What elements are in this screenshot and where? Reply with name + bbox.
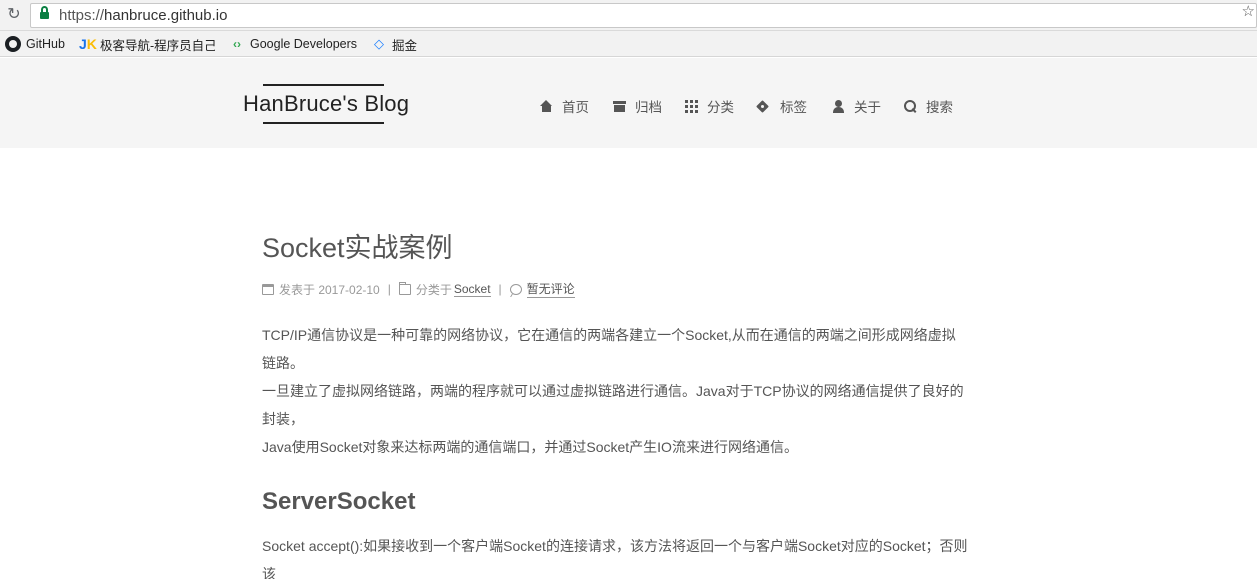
search-icon [904, 99, 917, 113]
bookmark-juejin[interactable]: ◇ 掘金 [371, 35, 417, 53]
meta-divider: | [387, 282, 391, 296]
menu-item-home[interactable]: 首页 [540, 96, 589, 116]
bookmark-google-developers[interactable]: ‹› Google Developers [229, 35, 357, 53]
comments-link[interactable]: 暂无评论 [526, 280, 575, 298]
user-icon [832, 99, 845, 113]
bookmark-github[interactable]: GitHub [5, 35, 65, 53]
post-title[interactable]: Socket实战案例 [262, 226, 453, 265]
post-date: 发表于 2017-02-10 [279, 282, 380, 297]
paragraph-line: Socket accept():如果接收到一个客户端Socket的连接请求，该方… [262, 538, 968, 554]
meta-divider: | [498, 282, 502, 296]
brand-bottom-rule [263, 122, 384, 124]
tags-icon [758, 100, 771, 113]
section-heading: ServerSocket [262, 488, 416, 515]
url-text[interactable]: https://hanbruce.github.io [59, 7, 227, 24]
post-meta: 发表于 2017-02-10 | 分类于 Socket | 暂无评论 [262, 280, 575, 298]
comment-icon [509, 283, 522, 295]
calendar-icon [262, 283, 274, 295]
github-icon [5, 36, 21, 52]
menu-item-tags[interactable]: 标签 [758, 96, 807, 116]
menu-item-about[interactable]: 关于 [832, 96, 881, 116]
folder-icon [398, 282, 411, 295]
jk-icon: JK [79, 36, 97, 52]
google-developers-icon: ‹› [233, 37, 241, 51]
bookmarks-bar: GitHub JK 极客导航-程序员自己 ‹› Google Developer… [0, 31, 1257, 57]
home-icon [540, 99, 553, 113]
site-brand[interactable]: HanBruce's Blog [243, 84, 409, 126]
brand-top-rule [263, 84, 384, 86]
address-bar[interactable]: https://hanbruce.github.io [30, 3, 1257, 28]
reload-icon[interactable]: ↻ [5, 6, 23, 24]
paragraph-line: TCP/IP通信协议是一种可靠的网络协议，它在通信的两端各建立一个Socket,… [262, 327, 956, 343]
browser-toolbar: ↻ https://hanbruce.github.io ☆ [0, 0, 1257, 31]
site-header: HanBruce's Blog 首页 归档 分类 标签 关于 搜索 [0, 58, 1257, 148]
site-title[interactable]: HanBruce's Blog [243, 91, 409, 117]
bookmark-star-icon[interactable]: ☆ [1242, 2, 1255, 20]
category-link[interactable]: Socket [453, 282, 491, 297]
lock-icon [40, 6, 49, 20]
paragraph-line: Java使用Socket对象来达标两端的通信端口，并通过Socket产生IO流来… [262, 439, 798, 455]
paragraph-line: 该 [262, 566, 276, 579]
menu-item-archives[interactable]: 归档 [613, 96, 662, 116]
grid-icon [685, 99, 698, 113]
bookmark-jk-nav[interactable]: JK 极客导航-程序员自己 [79, 35, 215, 53]
menu-item-categories[interactable]: 分类 [685, 96, 734, 116]
menu-item-search[interactable]: 搜索 [904, 96, 953, 116]
paragraph-line: 封装， [262, 411, 304, 427]
paragraph-line: 链路。 [262, 355, 304, 371]
paragraph-line: 一旦建立了虚拟网络链路，两端的程序就可以通过虚拟链路进行通信。Java对于TCP… [262, 383, 964, 399]
juejin-icon: ◇ [374, 36, 384, 51]
category-prefix: 分类于 [415, 282, 452, 297]
archive-icon [613, 100, 626, 113]
